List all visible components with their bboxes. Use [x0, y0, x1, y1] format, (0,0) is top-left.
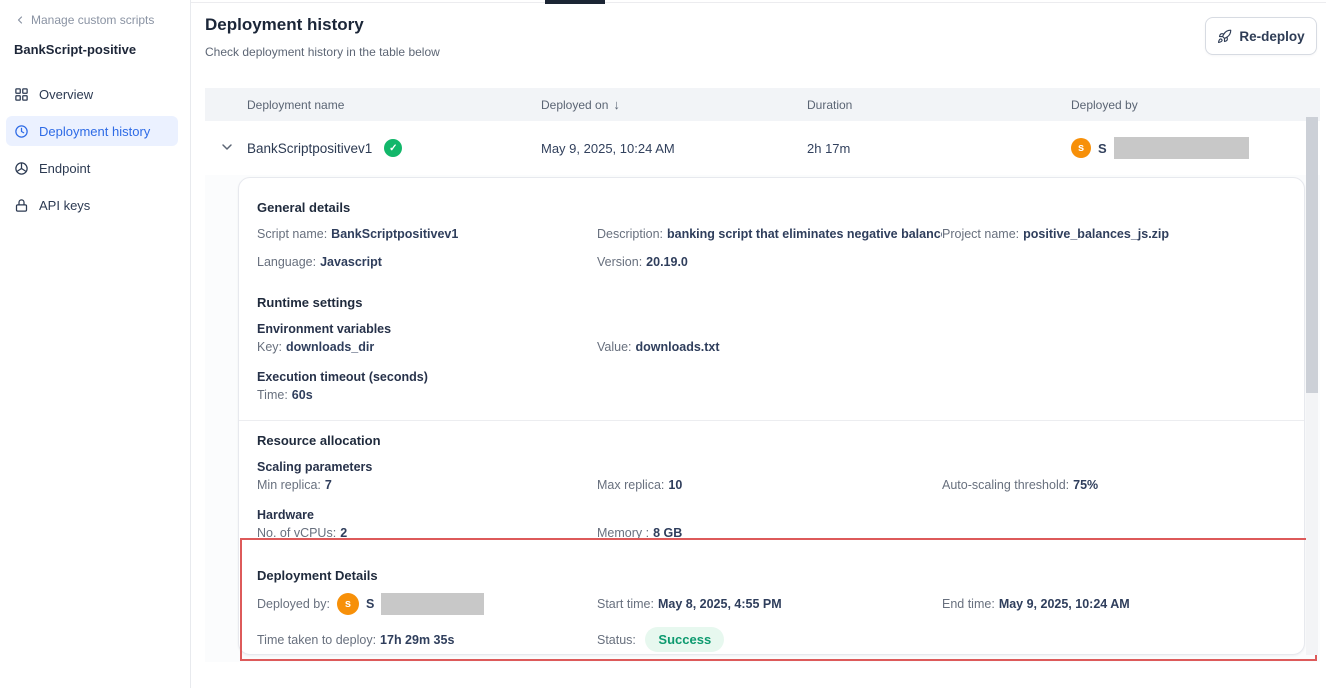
column-header-deployment-name: Deployment name: [247, 98, 541, 112]
field-memory: Memory :8 GB: [597, 526, 942, 540]
column-header-deployed-on[interactable]: Deployed on ↓: [541, 97, 807, 112]
field-env-key: Key:downloads_dir: [257, 340, 597, 354]
field-version: Version:20.19.0: [597, 255, 942, 269]
redeploy-button-label: Re-deploy: [1239, 29, 1304, 44]
page-subtitle: Check deployment history in the table be…: [205, 45, 440, 59]
field-timeout-time: Time:60s: [257, 388, 597, 402]
history-clock-icon: [14, 124, 29, 139]
deployment-detail-card: General details Script name:BankScriptpo…: [238, 177, 1305, 655]
section-title-general-details: General details: [257, 200, 1286, 215]
sidebar-item-overview[interactable]: Overview: [6, 79, 178, 109]
field-project-name: Project name:positive_balances_js.zip: [942, 227, 1286, 241]
field-end-time: End time:May 9, 2025, 10:24 AM: [942, 597, 1286, 611]
column-header-deployed-by: Deployed by: [1071, 98, 1320, 112]
back-link-manage-custom-scripts[interactable]: Manage custom scripts: [14, 13, 178, 27]
success-check-icon: ✓: [384, 139, 402, 157]
lock-icon: [14, 198, 29, 213]
user-avatar: s: [1071, 138, 1091, 158]
deployed-by-cell: s S: [1071, 137, 1320, 159]
field-max-replica: Max replica:10: [597, 478, 942, 492]
field-language: Language:Javascript: [257, 255, 597, 269]
subsection-scaling-parameters: Scaling parameters: [257, 460, 1286, 474]
field-autoscaling-threshold: Auto-scaling threshold:75%: [942, 478, 1286, 492]
script-title: BankScript-positive: [14, 42, 178, 57]
sidebar-nav: Overview Deployment history Endpoint API…: [14, 79, 178, 220]
section-divider: [239, 420, 1304, 421]
section-title-deployment-details: Deployment Details: [257, 568, 1286, 583]
sidebar-item-label: Overview: [39, 87, 93, 102]
section-title-resource-allocation: Resource allocation: [257, 433, 1286, 448]
field-description: Description:banking script that eliminat…: [597, 227, 942, 241]
field-vcpus: No. of vCPUs:2: [257, 526, 597, 540]
chevron-left-icon: [14, 14, 26, 26]
deployment-name-cell: BankScriptpositivev1 ✓: [247, 139, 541, 157]
column-header-duration: Duration: [807, 98, 1071, 112]
row-expand-chevron-icon[interactable]: [219, 139, 235, 155]
sidebar-item-label: API keys: [39, 198, 90, 213]
redacted-username: [381, 593, 484, 615]
rocket-icon: [1217, 29, 1232, 44]
field-script-name: Script name:BankScriptpositivev1: [257, 227, 597, 241]
sort-descending-icon[interactable]: ↓: [613, 97, 620, 112]
page-title: Deployment history: [205, 15, 364, 35]
top-accent-bar: [545, 0, 605, 4]
sidebar-item-deployment-history[interactable]: Deployment history: [6, 116, 178, 146]
field-time-taken: Time taken to deploy:17h 29m 35s: [257, 633, 597, 647]
subsection-hardware: Hardware: [257, 508, 1286, 522]
sidebar-item-api-keys[interactable]: API keys: [6, 190, 178, 220]
user-avatar: s: [337, 593, 359, 615]
status-badge-success: Success: [645, 627, 724, 652]
sidebar-item-endpoint[interactable]: Endpoint: [6, 153, 178, 183]
endpoint-hub-icon: [14, 161, 29, 176]
field-deployed-by: Deployed by: s S: [257, 593, 597, 615]
grid-icon: [14, 87, 29, 102]
table-header-row: Deployment name Deployed on ↓ Duration D…: [205, 88, 1320, 121]
back-link-label: Manage custom scripts: [31, 13, 154, 27]
subsection-environment-variables: Environment variables: [257, 322, 1286, 336]
deployed-by-initial: S: [366, 597, 374, 611]
content-top-hairline: [191, 2, 1326, 3]
sidebar-item-label: Endpoint: [39, 161, 90, 176]
section-title-runtime-settings: Runtime settings: [257, 295, 1286, 310]
duration-cell: 2h 17m: [807, 141, 1071, 156]
vertical-scrollbar-thumb[interactable]: [1306, 117, 1318, 393]
field-start-time: Start time:May 8, 2025, 4:55 PM: [597, 597, 942, 611]
vertical-scrollbar-track[interactable]: [1306, 117, 1318, 655]
sidebar-item-label: Deployment history: [39, 124, 150, 139]
field-env-value: Value:downloads.txt: [597, 340, 942, 354]
redacted-username: [1114, 137, 1249, 159]
deployment-table: Deployment name Deployed on ↓ Duration D…: [205, 88, 1320, 175]
deployed-on-cell: May 9, 2025, 10:24 AM: [541, 141, 807, 156]
deployed-by-initial: S: [1098, 141, 1107, 156]
table-row[interactable]: BankScriptpositivev1 ✓ May 9, 2025, 10:2…: [205, 121, 1320, 175]
field-status: Status: Success: [597, 627, 942, 652]
redeploy-button[interactable]: Re-deploy: [1205, 17, 1317, 55]
subsection-execution-timeout: Execution timeout (seconds): [257, 370, 1286, 384]
field-min-replica: Min replica:7: [257, 478, 597, 492]
sidebar: Manage custom scripts BankScript-positiv…: [0, 0, 191, 688]
